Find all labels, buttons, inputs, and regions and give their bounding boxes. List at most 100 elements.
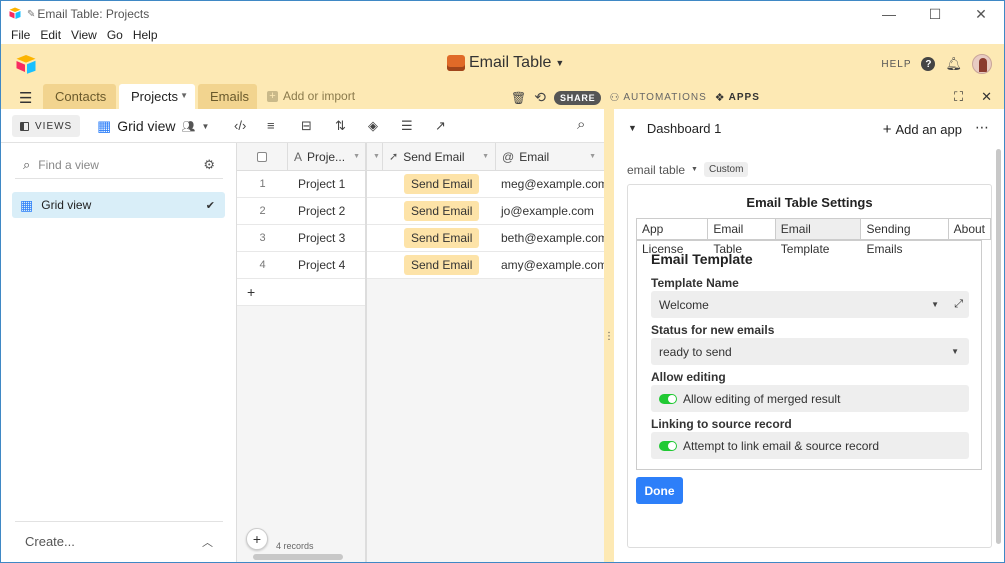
hide-fields-icon[interactable]: ‹/› xyxy=(234,118,246,133)
cell-project-name[interactable]: Project 1 xyxy=(288,171,366,198)
tab-about[interactable]: About xyxy=(947,218,991,240)
cell-send-email: Send Email xyxy=(383,225,496,252)
menu-help[interactable]: Help xyxy=(128,27,163,44)
close-window-button[interactable]: ✕ xyxy=(958,1,1004,27)
allow-editing-switch[interactable]: Allow editing of merged result xyxy=(651,385,969,412)
linking-text: Attempt to link email & source record xyxy=(683,438,880,453)
add-or-import-button[interactable]: + Add or import xyxy=(267,89,355,103)
tab-sending-emails[interactable]: Sending Emails xyxy=(860,218,948,256)
cell-project-name[interactable]: Project 3 xyxy=(288,225,366,252)
create-view-section[interactable]: Create... ︿ xyxy=(15,521,223,561)
expand-icon[interactable]: ⤢ xyxy=(954,298,963,311)
history-icon[interactable]: ⟲ xyxy=(534,89,546,106)
sidebar-toggle-icon xyxy=(20,121,29,131)
automations-icon: ⚇ xyxy=(609,92,621,104)
base-title[interactable]: Email Table ▼ xyxy=(447,54,564,72)
row-number-text: 4 xyxy=(259,259,266,271)
dashboard-title[interactable]: Dashboard 1 xyxy=(647,121,721,136)
trash-icon[interactable]: 🗑︎ xyxy=(511,91,526,105)
notification-bell-icon[interactable]: 🔔︎ xyxy=(945,56,962,72)
send-email-button[interactable]: Send Email xyxy=(404,201,480,221)
cell-email[interactable]: jo@example.com xyxy=(496,198,604,225)
close-dashboard-icon[interactable]: ✕ xyxy=(981,89,992,105)
fullscreen-icon[interactable]: ⛶ xyxy=(954,89,963,105)
sort-icon[interactable]: ⇅ xyxy=(335,118,346,134)
hamburger-menu-icon[interactable]: ☰ xyxy=(19,89,32,107)
chevron-down-icon[interactable]: ▼ xyxy=(628,123,637,133)
row-number: 4 xyxy=(237,252,288,279)
sidebar-item-grid-view[interactable]: ▦ Grid view ✔ xyxy=(12,192,225,218)
current-view-selector[interactable]: ▦ Grid view 👥︎ ▼ xyxy=(97,117,209,135)
menu-file[interactable]: File xyxy=(6,27,35,44)
apps-button[interactable]: ❖ APPS xyxy=(715,91,760,104)
tab-app-license[interactable]: App License xyxy=(636,218,708,256)
app-selector[interactable]: email table ▼ Custom xyxy=(627,162,749,177)
column-header-send-email[interactable]: ➚ Send Email ▼ xyxy=(383,143,496,171)
grid-icon: ▦ xyxy=(97,118,112,135)
add-app-button[interactable]: + Add an app xyxy=(883,121,962,138)
cell-email[interactable]: beth@example.com xyxy=(496,225,604,252)
grid-icon: ▦ xyxy=(20,196,34,213)
toggle-switch[interactable] xyxy=(659,393,677,404)
horizontal-scrollbar[interactable] xyxy=(253,554,343,560)
gear-icon[interactable]: ⚙ xyxy=(203,157,215,173)
share-button[interactable]: SHARE xyxy=(553,90,602,105)
color-icon[interactable]: ◈ xyxy=(368,118,378,134)
sidebar-item-label: Grid view xyxy=(41,198,92,212)
share-view-icon[interactable]: ↗ xyxy=(435,118,446,134)
toggle-switch[interactable] xyxy=(659,440,677,451)
maximize-button[interactable]: ☐ xyxy=(912,1,958,27)
automations-label: AUTOMATIONS xyxy=(623,92,707,103)
tab-emails[interactable]: Emails xyxy=(198,84,257,109)
row-height-icon[interactable]: ☰ xyxy=(401,118,413,134)
vertical-scrollbar[interactable] xyxy=(996,149,1001,544)
template-name-select[interactable]: Welcome ▼ ⤢ xyxy=(651,291,969,318)
chevron-up-icon: ︿ xyxy=(202,536,213,549)
minimize-button[interactable]: — xyxy=(866,1,912,27)
select-all-checkbox[interactable] xyxy=(257,151,267,162)
group-icon[interactable]: ⊟ xyxy=(301,118,312,134)
send-email-button[interactable]: Send Email xyxy=(404,255,480,275)
template-name-value: Welcome xyxy=(659,297,709,312)
status-select[interactable]: ready to send ▼ xyxy=(651,338,969,365)
search-icon[interactable]: ⌕ xyxy=(577,116,585,133)
filter-icon[interactable]: ≡ xyxy=(267,118,275,133)
menu-view[interactable]: View xyxy=(66,27,102,44)
airtable-logo-icon[interactable] xyxy=(15,54,37,74)
project-name-text: Project 3 xyxy=(298,231,346,245)
base-icon xyxy=(447,55,465,71)
dashboard-panel: ▼ Dashboard 1 + Add an app ⋯ email table … xyxy=(614,109,1004,562)
linking-label: Linking to source record xyxy=(651,417,792,431)
send-email-button[interactable]: Send Email xyxy=(404,228,480,248)
cell-project-name[interactable]: Project 4 xyxy=(288,252,366,279)
dashboard-resize-handle[interactable]: ⋮ xyxy=(604,109,614,562)
email-field-icon: @ xyxy=(502,149,515,164)
column-header-label: Proje... xyxy=(307,149,346,164)
tab-email-table[interactable]: Email Table xyxy=(707,218,775,256)
find-view-field[interactable]: ⌕ Find a view ⚙ xyxy=(15,151,223,179)
views-toggle-button[interactable]: VIEWS xyxy=(12,115,81,137)
automations-button[interactable]: ⚇ AUTOMATIONS xyxy=(609,91,706,104)
cell-project-name[interactable]: Project 2 xyxy=(288,198,366,225)
tab-contacts[interactable]: Contacts xyxy=(43,84,116,109)
more-options-icon[interactable]: ⋯ xyxy=(975,119,989,136)
send-email-button[interactable]: Send Email xyxy=(404,174,480,194)
cell-email[interactable]: meg@example.com xyxy=(496,171,604,198)
add-record-button[interactable]: + xyxy=(237,279,366,306)
column-header-email[interactable]: @ Email ▼ xyxy=(496,143,604,171)
tab-email-template[interactable]: Email Template xyxy=(774,218,861,256)
chevron-down-icon: ▼ xyxy=(180,91,188,100)
menu-edit[interactable]: Edit xyxy=(35,27,66,44)
add-record-floating-button[interactable]: + xyxy=(246,528,268,550)
avatar[interactable] xyxy=(972,54,992,74)
freeze-handle[interactable]: ▼ xyxy=(367,143,383,171)
help-label[interactable]: HELP xyxy=(881,59,911,70)
menu-go[interactable]: Go xyxy=(102,27,128,44)
done-button[interactable]: Done xyxy=(636,477,683,504)
cell-spacer xyxy=(367,225,383,252)
tab-projects[interactable]: Projects ▼ xyxy=(119,84,195,109)
cell-email[interactable]: amy@example.com xyxy=(496,252,604,279)
linking-switch[interactable]: Attempt to link email & source record xyxy=(651,432,969,459)
column-header-name[interactable]: A Proje... ▼ xyxy=(288,143,367,171)
help-icon[interactable]: ? xyxy=(921,57,936,71)
